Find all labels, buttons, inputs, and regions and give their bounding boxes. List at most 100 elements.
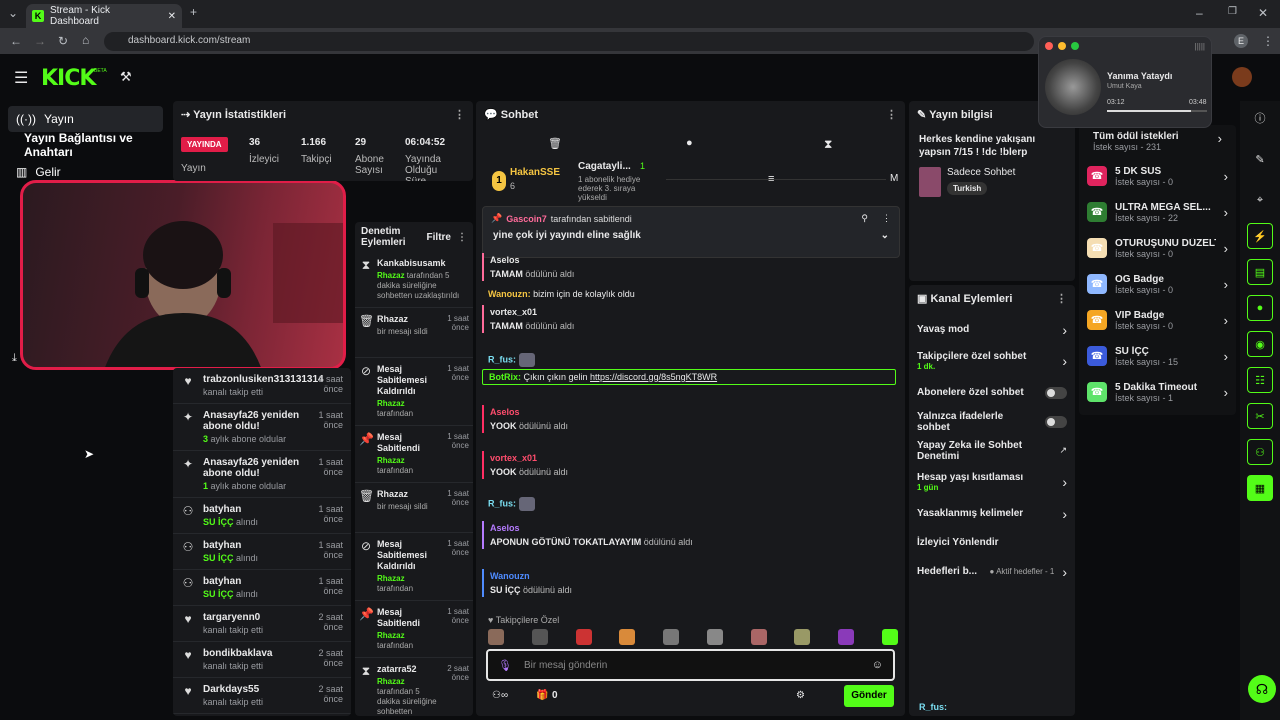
channel-action-row[interactable]: Hesap yaşı kısıtlaması 1 gün › <box>909 465 1075 499</box>
profile-avatar[interactable]: E <box>1234 34 1248 48</box>
rewards-icon[interactable]: ⚇ <box>1247 439 1273 465</box>
language-tag[interactable]: Turkish <box>947 182 988 195</box>
chat-username[interactable]: vortex_x01 <box>490 453 537 463</box>
toggle-switch[interactable] <box>1045 415 1067 428</box>
chat-message[interactable]: R_fus: <box>482 351 896 369</box>
category-name[interactable]: Sadece Sohbet <box>947 167 1015 178</box>
chat-message[interactable]: vortex_x01 YOOK ödülünü aldı <box>482 451 896 479</box>
close-tab-icon[interactable]: ✕ <box>168 11 176 22</box>
chevron-down-icon[interactable]: ⌄ <box>881 230 889 241</box>
emote-icon[interactable] <box>619 629 636 645</box>
emote-icon[interactable] <box>488 629 504 645</box>
hourglass-icon[interactable]: ⧗ <box>824 137 832 152</box>
tab-list-icon[interactable]: ⌄ <box>8 6 18 20</box>
reward-row[interactable]: ☎ SU İÇÇ İstek sayısı - 15 › <box>1079 338 1236 374</box>
unpin-icon[interactable]: ⚲ <box>861 213 868 224</box>
reward-row[interactable]: ☎ OG Badge İstek sayısı - 0 › <box>1079 266 1236 302</box>
power-icon[interactable]: ⚡ <box>1247 223 1273 249</box>
emote-icon[interactable] <box>663 629 680 645</box>
chat-message[interactable]: Aselos TAMAM ödülünü aldı <box>482 253 896 281</box>
toggle-switch[interactable] <box>1045 386 1067 399</box>
activity-row[interactable]: ⚇ batyhan SU İÇÇ alındı 1 saat önce <box>173 534 351 570</box>
reward-row[interactable]: ☎ ULTRA MEGA SEL... İstek sayısı - 22 › <box>1079 194 1236 230</box>
chat-username[interactable]: R_fus: <box>488 498 519 508</box>
mic-icon[interactable]: 🎙 <box>498 659 512 672</box>
moderation-row[interactable]: ⊘ Mesaj Sabitlemesi Kaldırıldı Rhazaz tara… <box>355 358 473 426</box>
moderation-row[interactable]: ⧗ zatarra52 Rhazaz tarafından 5 dakika sür… <box>355 658 473 716</box>
chat-message[interactable]: Wanouzn SU İÇÇ ödülünü aldı <box>482 569 896 597</box>
top-user[interactable]: HakanSSE <box>510 167 560 178</box>
all-rewards-row[interactable]: Tüm ödül istekleri İstek sayısı - 231 › <box>1079 125 1236 158</box>
layout-icon[interactable]: ☷ <box>1247 367 1273 393</box>
channel-action-row[interactable]: Yasaklanmış kelimeler › <box>909 499 1075 528</box>
chat-message[interactable]: Aselos APONUN GÖTÜNÜ TOKATLAYAYIM ödülünü… <box>482 521 896 549</box>
url-field[interactable]: dashboard.kick.com/stream <box>104 32 1034 51</box>
emote-icon[interactable] <box>750 629 767 645</box>
chat-username[interactable]: Wanouzn <box>490 571 530 581</box>
activity-row[interactable]: ♥ Darkdays55 kanalı takip etti 2 saat önce <box>173 678 351 714</box>
chat-bubble-icon[interactable]: ● <box>686 137 693 149</box>
chat-username[interactable]: Aselos <box>490 255 520 265</box>
moderation-row[interactable]: 📌 Mesaj Sabitlendi Rhazaz tarafından 1 saat… <box>355 426 473 483</box>
notes-icon[interactable]: ▤ <box>1247 259 1273 285</box>
live-icon[interactable]: ◉ <box>1247 331 1273 357</box>
channel-action-row[interactable]: Yapay Zeka ile Sohbet Denetimi ↗ <box>909 436 1075 465</box>
moderation-row[interactable]: ⊘ Mesaj Sabitlemesi Kaldırıldı Rhazaz tara… <box>355 533 473 601</box>
home-icon[interactable]: ⌂ <box>82 33 89 47</box>
emote-icon[interactable] <box>575 629 592 645</box>
chat-username[interactable]: Wanouzn: <box>488 289 533 299</box>
pinned-user[interactable]: Gascoin7 <box>506 214 547 224</box>
chat-username[interactable]: Aselos <box>490 407 520 417</box>
more-icon[interactable]: ⋮ <box>454 108 465 121</box>
emote-icon[interactable] <box>881 629 898 645</box>
kick-logo[interactable]: KICK <box>41 66 96 91</box>
channel-action-row[interactable]: Hedefleri b... ● Aktif hedefler - 1 › <box>909 557 1075 586</box>
channel-points-icon[interactable]: ⚇∞ <box>492 690 508 701</box>
emote-icon[interactable] <box>794 629 811 645</box>
activity-row[interactable]: ✦ Anasayfa26 yeniden abone oldu! 1 aylık a… <box>173 451 351 498</box>
chat-message[interactable]: Wanouzn: bizim için de kolaylık oldu <box>482 287 896 301</box>
chat-username[interactable]: BotRix: <box>489 372 524 382</box>
reward-row[interactable]: ☎ OTURUŞUNU DÜZELT İstek sayısı - 0 › <box>1079 230 1236 266</box>
reload-icon[interactable]: ↻ <box>58 34 68 48</box>
support-icon[interactable]: ☊ <box>1248 675 1276 703</box>
activity-row[interactable]: ✦ Anasayfa26 yeniden abone oldu! 3 aylık a… <box>173 404 351 451</box>
send-button[interactable]: Gönder <box>844 685 894 707</box>
activity-row[interactable]: ♥ trabzonlusiken313131314 kanalı takip ett… <box>173 368 351 404</box>
emote-icon[interactable] <box>706 629 723 645</box>
progress-track[interactable] <box>1107 110 1207 112</box>
more-icon[interactable]: ⋮ <box>886 108 897 121</box>
reward-row[interactable]: ☎ VIP Badge İstek sayısı - 0 › <box>1079 302 1236 338</box>
extensions-icon[interactable]: ▦ <box>1247 475 1273 501</box>
filter-button[interactable]: Filtre <box>427 232 451 243</box>
sidebar-item-stream[interactable]: ((·)) Yayın <box>8 106 163 132</box>
maximize-icon[interactable]: ❐ <box>1228 6 1237 17</box>
trash-icon[interactable]: 🗑 <box>548 137 562 150</box>
browser-menu-icon[interactable]: ⋮ <box>1262 34 1274 48</box>
channel-action-row[interactable]: Abonelere özel sohbet <box>909 378 1075 407</box>
wrench-icon[interactable]: ✂ <box>1247 403 1273 429</box>
chat-username[interactable]: R_fus: <box>488 354 519 364</box>
sidebar-collapse-icon[interactable]: ⤓ <box>12 352 17 365</box>
chat-link[interactable]: https://discord.gg/8s5ngKT8WR <box>590 372 717 382</box>
browser-tab[interactable]: K Stream - Kick Dashboard ✕ <box>26 4 182 28</box>
forward-icon[interactable]: → <box>34 34 46 48</box>
channel-action-row[interactable]: Yalnızca ifadelerle sohbet <box>909 407 1075 436</box>
activity-row[interactable]: ⚇ batyhan SU İÇÇ alındı 1 saat önce <box>173 498 351 534</box>
chat-username[interactable]: Aselos <box>490 523 520 533</box>
moderation-row[interactable]: 🗑 Rhazaz bir mesajı sildi 1 saat önce <box>355 483 473 533</box>
chat-message[interactable]: BotRix: Çıkın çıkın gelin https://discor… <box>482 369 896 385</box>
emote-icon[interactable] <box>531 629 548 645</box>
more-icon[interactable]: ⋮ <box>882 213 891 224</box>
emoji-icon[interactable]: ☺ <box>872 659 883 671</box>
user-avatar[interactable] <box>1232 67 1252 87</box>
channel-action-row[interactable]: Takipçilere özel sohbet 1 dk. › <box>909 344 1075 378</box>
chat-username[interactable]: vortex_x01 <box>490 307 537 317</box>
sidebar-item-stream-key[interactable]: Yayın Bağlantısı ve Anahtarı <box>16 131 171 159</box>
more-icon[interactable]: ⋮ <box>1056 292 1067 305</box>
gift-user[interactable]: Cagatayli... <box>578 161 631 172</box>
new-tab-icon[interactable]: + <box>190 5 197 19</box>
tools-icon[interactable]: ⚒ <box>120 69 132 85</box>
emote-icon[interactable] <box>838 629 855 645</box>
moderation-row[interactable]: 🗑 Rhazaz bir mesajı sildi 1 saat önce <box>355 308 473 358</box>
